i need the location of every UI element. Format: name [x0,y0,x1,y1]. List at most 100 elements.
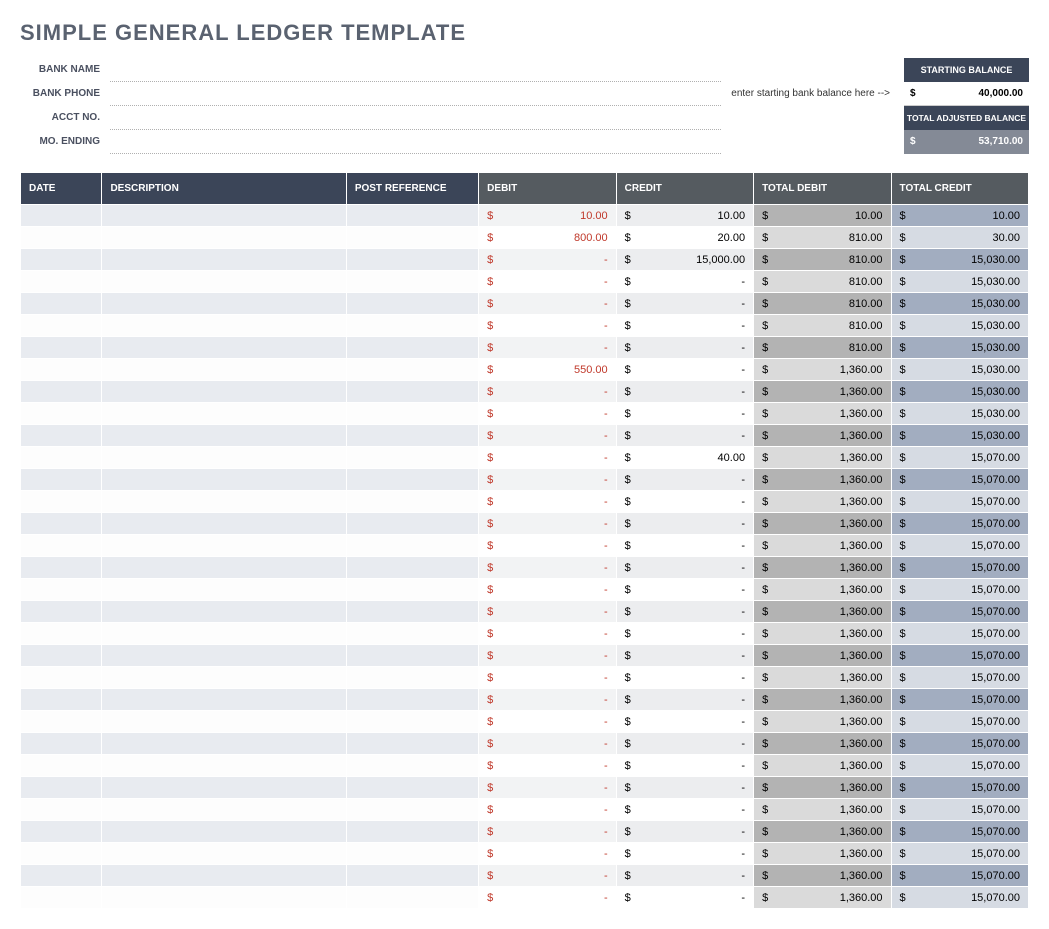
cell-debit[interactable]: $- [479,887,616,909]
cell-description[interactable] [102,271,346,293]
cell-date[interactable] [21,799,102,821]
cell-credit[interactable]: $- [616,667,753,689]
cell-credit[interactable]: $- [616,315,753,337]
cell-description[interactable] [102,645,346,667]
cell-description[interactable] [102,777,346,799]
cell-description[interactable] [102,249,346,271]
bank-name-input[interactable] [110,58,721,82]
cell-date[interactable] [21,249,102,271]
cell-credit[interactable]: $- [616,535,753,557]
cell-date[interactable] [21,513,102,535]
cell-date[interactable] [21,755,102,777]
cell-date[interactable] [21,821,102,843]
cell-date[interactable] [21,381,102,403]
cell-debit[interactable]: $550.00 [479,359,616,381]
cell-debit[interactable]: $- [479,645,616,667]
cell-date[interactable] [21,601,102,623]
bank-phone-input[interactable] [110,82,721,106]
starting-balance-value[interactable]: $ 40,000.00 [904,82,1029,106]
cell-debit[interactable]: $- [479,315,616,337]
cell-date[interactable] [21,469,102,491]
cell-date[interactable] [21,623,102,645]
cell-credit[interactable]: $15,000.00 [616,249,753,271]
cell-debit[interactable]: $- [479,777,616,799]
cell-post-reference[interactable] [346,579,478,601]
cell-debit[interactable]: $- [479,513,616,535]
cell-post-reference[interactable] [346,205,478,227]
cell-credit[interactable]: $- [616,557,753,579]
cell-date[interactable] [21,271,102,293]
cell-post-reference[interactable] [346,403,478,425]
cell-debit[interactable]: $800.00 [479,227,616,249]
cell-post-reference[interactable] [346,689,478,711]
cell-credit[interactable]: $- [616,381,753,403]
cell-post-reference[interactable] [346,337,478,359]
cell-description[interactable] [102,293,346,315]
cell-description[interactable] [102,623,346,645]
cell-post-reference[interactable] [346,667,478,689]
cell-debit[interactable]: $- [479,733,616,755]
cell-credit[interactable]: $- [616,755,753,777]
cell-credit[interactable]: $- [616,271,753,293]
cell-credit[interactable]: $- [616,843,753,865]
cell-description[interactable] [102,887,346,909]
cell-credit[interactable]: $- [616,359,753,381]
cell-post-reference[interactable] [346,447,478,469]
mo-ending-input[interactable] [110,130,721,154]
cell-post-reference[interactable] [346,425,478,447]
cell-description[interactable] [102,447,346,469]
cell-post-reference[interactable] [346,623,478,645]
cell-post-reference[interactable] [346,557,478,579]
cell-debit[interactable]: $10.00 [479,205,616,227]
cell-date[interactable] [21,337,102,359]
cell-date[interactable] [21,645,102,667]
cell-post-reference[interactable] [346,777,478,799]
cell-description[interactable] [102,403,346,425]
cell-post-reference[interactable] [346,755,478,777]
cell-credit[interactable]: $- [616,491,753,513]
cell-credit[interactable]: $40.00 [616,447,753,469]
cell-debit[interactable]: $- [479,711,616,733]
cell-debit[interactable]: $- [479,755,616,777]
cell-debit[interactable]: $- [479,535,616,557]
cell-date[interactable] [21,315,102,337]
cell-post-reference[interactable] [346,315,478,337]
cell-credit[interactable]: $- [616,337,753,359]
cell-post-reference[interactable] [346,711,478,733]
cell-post-reference[interactable] [346,513,478,535]
cell-description[interactable] [102,579,346,601]
cell-description[interactable] [102,535,346,557]
cell-description[interactable] [102,689,346,711]
cell-description[interactable] [102,843,346,865]
cell-date[interactable] [21,711,102,733]
cell-credit[interactable]: $- [616,821,753,843]
cell-date[interactable] [21,403,102,425]
cell-debit[interactable]: $- [479,249,616,271]
cell-date[interactable] [21,535,102,557]
cell-description[interactable] [102,667,346,689]
cell-date[interactable] [21,227,102,249]
cell-description[interactable] [102,227,346,249]
acct-no-input[interactable] [110,106,721,130]
cell-debit[interactable]: $- [479,271,616,293]
cell-post-reference[interactable] [346,271,478,293]
cell-description[interactable] [102,601,346,623]
cell-credit[interactable]: $- [616,887,753,909]
cell-description[interactable] [102,557,346,579]
cell-date[interactable] [21,205,102,227]
cell-date[interactable] [21,887,102,909]
cell-description[interactable] [102,491,346,513]
cell-date[interactable] [21,293,102,315]
cell-description[interactable] [102,711,346,733]
cell-debit[interactable]: $- [479,381,616,403]
cell-credit[interactable]: $- [616,777,753,799]
cell-description[interactable] [102,315,346,337]
cell-post-reference[interactable] [346,843,478,865]
cell-credit[interactable]: $- [616,733,753,755]
cell-debit[interactable]: $- [479,601,616,623]
cell-credit[interactable]: $20.00 [616,227,753,249]
cell-debit[interactable]: $- [479,689,616,711]
cell-description[interactable] [102,865,346,887]
cell-date[interactable] [21,579,102,601]
cell-date[interactable] [21,447,102,469]
